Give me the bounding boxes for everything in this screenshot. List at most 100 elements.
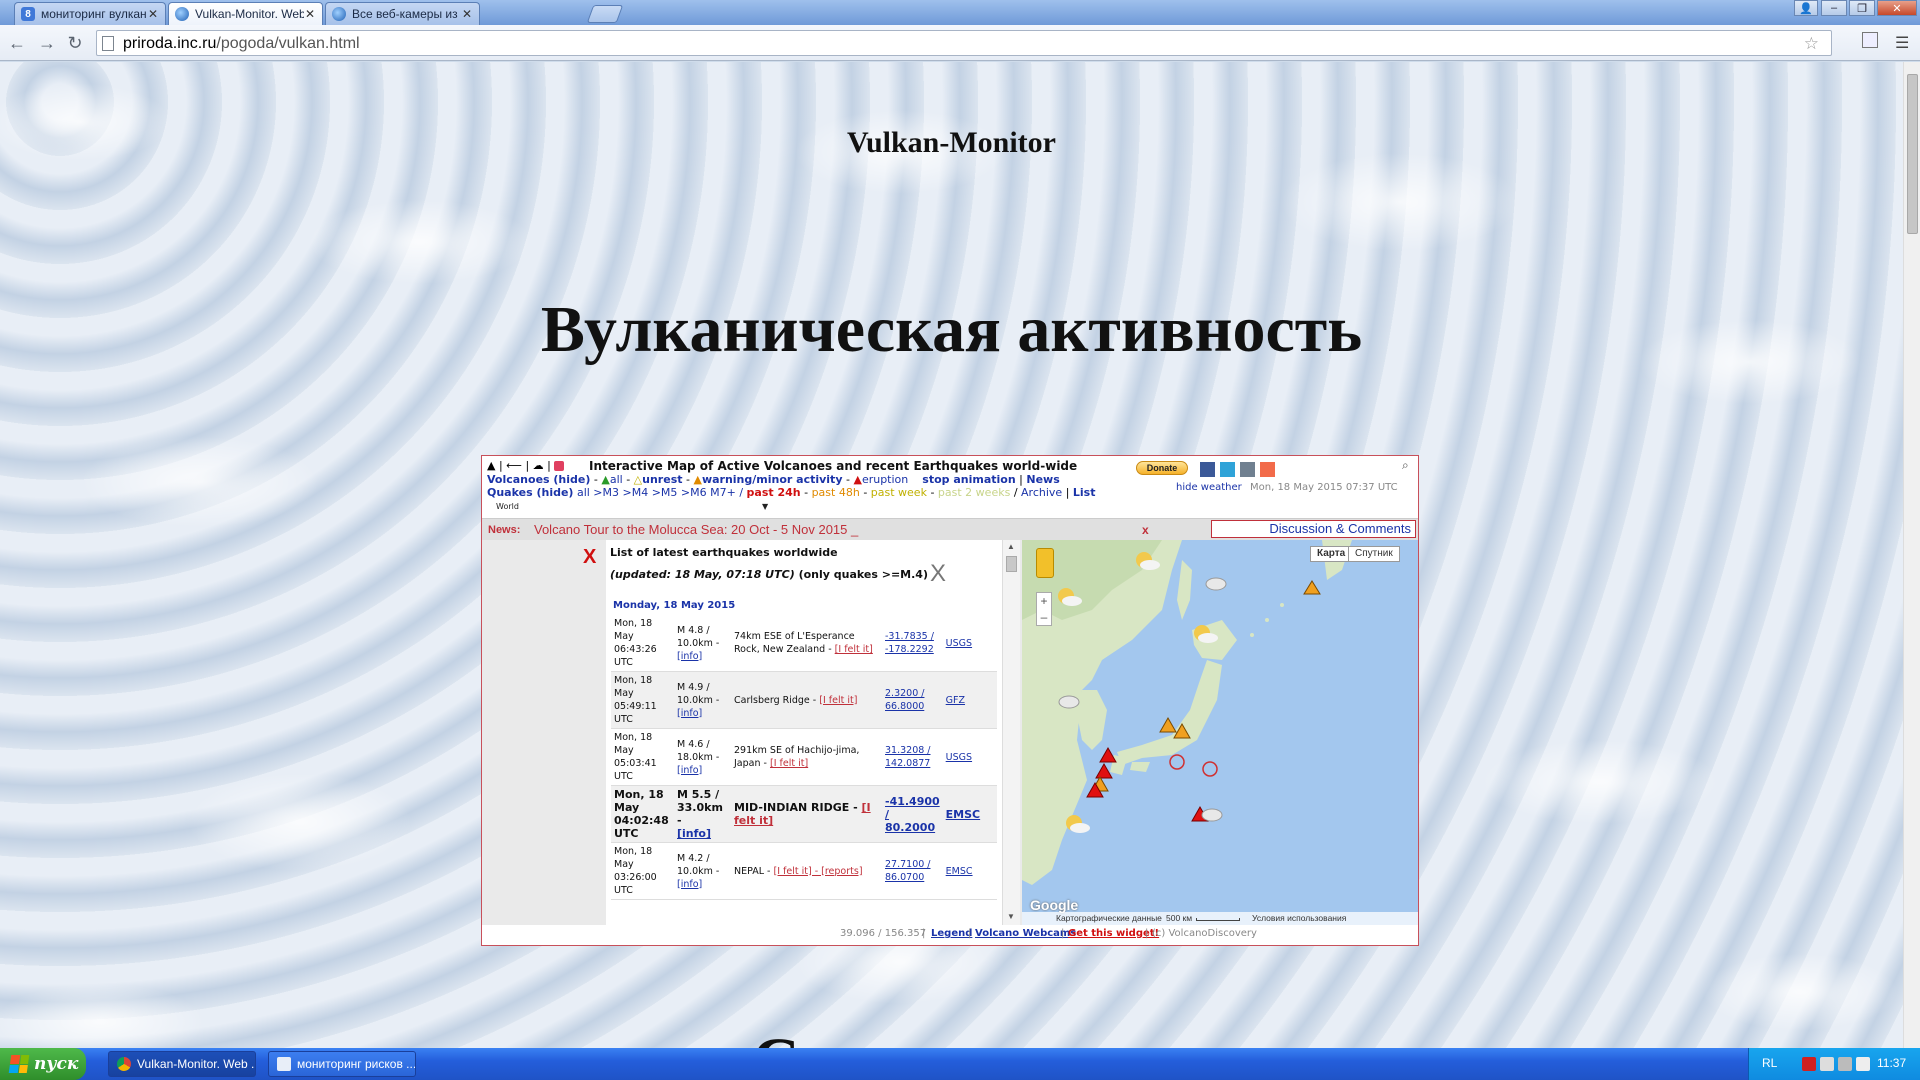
taskbar-item-monitoring[interactable]: мониторинг рисков ... xyxy=(268,1051,416,1077)
quake-info-link[interactable]: [info] xyxy=(677,765,702,776)
volume-icon[interactable] xyxy=(1838,1057,1852,1071)
quake-info-link[interactable]: [info] xyxy=(677,879,702,890)
zoom-in-icon[interactable]: + xyxy=(1037,593,1051,609)
volcano-map[interactable]: + – Карта Спутник Google Картографически… xyxy=(1022,540,1418,925)
quakes-hide-link[interactable]: Quakes (hide) xyxy=(487,486,573,499)
quake-source-link[interactable]: USGS xyxy=(946,752,972,763)
filter-all-link[interactable]: all xyxy=(610,473,623,486)
map-type-satellite-button[interactable]: Спутник xyxy=(1348,546,1400,562)
close-window-button[interactable]: ✕ xyxy=(1877,0,1917,16)
earthquake-list-scrollbar[interactable]: ▲ ▼ xyxy=(1002,540,1020,925)
i-felt-it-link[interactable]: [I felt it] - [reports] xyxy=(774,866,863,877)
i-felt-it-link[interactable]: [I felt it] xyxy=(819,695,857,706)
dropdown-arrow-icon[interactable]: ▼ xyxy=(762,502,768,511)
quake-time: Mon, 18 May 05:49:11 UTC xyxy=(611,671,674,729)
address-bar[interactable]: priroda.inc.ru/pogoda/vulkan.html ☆ xyxy=(96,30,1832,56)
minimize-button[interactable]: – xyxy=(1821,0,1847,16)
quake-info-link[interactable]: [info] xyxy=(677,827,711,840)
start-button[interactable]: пуск xyxy=(0,1048,86,1080)
tab-close-icon[interactable]: ✕ xyxy=(304,7,316,21)
map-type-map-button[interactable]: Карта xyxy=(1310,546,1353,562)
safely-remove-icon[interactable] xyxy=(1856,1057,1870,1071)
street-view-pegman-icon[interactable] xyxy=(1036,548,1054,578)
back-arrow-icon[interactable]: ← xyxy=(6,32,28,54)
past-48h-link[interactable]: past 48h xyxy=(812,486,860,499)
scroll-down-icon[interactable]: ▼ xyxy=(1007,912,1015,921)
tab-close-icon[interactable]: ✕ xyxy=(147,7,159,21)
legend-link[interactable]: Legend xyxy=(931,928,972,939)
past-2-weeks-link[interactable]: past 2 weeks xyxy=(938,486,1010,499)
reload-icon[interactable]: ↻ xyxy=(64,32,86,54)
region-select[interactable]: World xyxy=(496,502,519,511)
quake-magnitude: M 4.8 / 10.0km - [info] xyxy=(674,615,731,672)
list-close-grey-button[interactable]: X xyxy=(930,560,946,588)
page-scrollbar[interactable] xyxy=(1903,62,1920,1048)
share-icon[interactable] xyxy=(1240,462,1255,477)
map-data-credit[interactable]: Картографические данные xyxy=(1056,913,1162,923)
tab-vulkan-monitor[interactable]: Vulkan-Monitor. Web камер ✕ xyxy=(168,2,323,25)
user-profile-icon[interactable]: 👤 xyxy=(1794,0,1818,16)
filter-unrest-link[interactable]: unrest xyxy=(642,473,682,486)
quake-source-link[interactable]: EMSC xyxy=(946,808,980,821)
new-tab-button[interactable] xyxy=(586,5,624,23)
antivirus-icon[interactable] xyxy=(1802,1057,1816,1071)
archive-link[interactable]: Archive xyxy=(1021,486,1062,499)
quake-magnitude: M 4.6 / 18.0km - [info] xyxy=(674,728,731,786)
menu-icon[interactable]: ☰ xyxy=(1895,33,1909,53)
earthquake-row: Mon, 18 May 05:03:41 UTC M 4.6 / 18.0km -… xyxy=(611,728,997,786)
map-zoom-control[interactable]: + – xyxy=(1036,592,1052,626)
tab-all-webcams[interactable]: Все веб-камеры из катего ✕ xyxy=(325,2,480,25)
i-felt-it-link[interactable]: [I felt it] xyxy=(770,758,808,769)
quake-coords-link[interactable]: 31.3208 / 142.0877 xyxy=(885,745,931,769)
zoom-magnifier-icon[interactable]: ⌕ xyxy=(1402,458,1409,473)
past-week-link[interactable]: past week xyxy=(871,486,927,499)
hide-weather-link[interactable]: hide weather xyxy=(1176,482,1242,493)
quake-coords-link[interactable]: 2.3200 / 66.8000 xyxy=(885,688,924,712)
past-24h-link[interactable]: past 24h xyxy=(747,486,801,499)
filter-eruption-link[interactable]: eruption xyxy=(862,473,908,486)
taskbar-item-vulkan-monitor[interactable]: Vulkan-Monitor. Web ... xyxy=(108,1051,256,1077)
filter-warning-link[interactable]: warning/minor activity xyxy=(702,473,843,486)
map-attribution: Картографические данные 500 км Условия и… xyxy=(1022,912,1418,925)
i-felt-it-link[interactable]: [I felt it] xyxy=(835,644,873,655)
quake-magnitude-links[interactable]: all >M3 >M4 >M5 >M6 M7+ / xyxy=(577,486,743,499)
news-link[interactable]: News xyxy=(1026,473,1059,486)
address-url[interactable]: priroda.inc.ru/pogoda/vulkan.html xyxy=(123,35,360,53)
quake-magnitude: M 4.2 / 10.0km - [info] xyxy=(674,842,731,900)
twitter-icon[interactable] xyxy=(1220,462,1235,477)
quake-coords-link[interactable]: -41.4900 / 80.2000 xyxy=(885,795,940,834)
quake-coords-link[interactable]: -31.7835 / -178.2292 xyxy=(885,631,934,655)
earthquake-list-subtitle: (updated: 18 May, 07:18 UTC) (only quake… xyxy=(610,568,928,581)
map-terms-link[interactable]: Условия использования xyxy=(1252,913,1346,923)
rss-icon[interactable] xyxy=(1260,462,1275,477)
quake-coords-link[interactable]: 27.7100 / 86.0700 xyxy=(885,859,931,883)
quake-info-link[interactable]: [info] xyxy=(677,651,702,662)
quake-source-link[interactable]: USGS xyxy=(946,638,972,649)
restore-button[interactable]: ❐ xyxy=(1849,0,1875,16)
quake-source-link[interactable]: GFZ xyxy=(946,695,965,706)
forward-arrow-icon[interactable]: → xyxy=(36,32,58,54)
facebook-icon[interactable] xyxy=(1200,462,1215,477)
scroll-thumb[interactable] xyxy=(1006,556,1017,572)
list-close-red-button[interactable]: X xyxy=(583,546,596,569)
quake-source-link[interactable]: EMSC xyxy=(946,866,973,877)
network-icon[interactable] xyxy=(1820,1057,1834,1071)
scroll-up-icon[interactable]: ▲ xyxy=(1007,542,1015,551)
zoom-out-icon[interactable]: – xyxy=(1037,609,1051,625)
discussion-comments-button[interactable]: Discussion & Comments xyxy=(1211,520,1416,538)
news-ticker-link[interactable]: Volcano Tour to the Molucca Sea: 20 Oct … xyxy=(534,522,858,537)
stop-animation-link[interactable]: stop animation xyxy=(922,473,1015,486)
donate-button[interactable]: Donate xyxy=(1136,461,1188,475)
quake-location: MID-INDIAN RIDGE - [I felt it] xyxy=(731,785,882,843)
quake-info-link[interactable]: [info] xyxy=(677,708,702,719)
translate-icon[interactable] xyxy=(1862,32,1878,48)
tab-volcano-monitoring-search[interactable]: 8 мониторинг вулканов - По ✕ xyxy=(14,2,166,25)
news-close-button[interactable]: x xyxy=(1142,523,1149,537)
tab-close-icon[interactable]: ✕ xyxy=(461,7,473,21)
list-link[interactable]: List xyxy=(1073,486,1096,499)
widget-toolbar-icons[interactable]: ▲ | ⟵ | ☁ | xyxy=(487,459,565,472)
language-indicator[interactable]: RL xyxy=(1762,1056,1777,1070)
volcanoes-hide-link[interactable]: Volcanoes (hide) xyxy=(487,473,590,486)
page-scroll-thumb[interactable] xyxy=(1907,74,1918,234)
bookmark-star-icon[interactable]: ☆ xyxy=(1804,34,1819,54)
